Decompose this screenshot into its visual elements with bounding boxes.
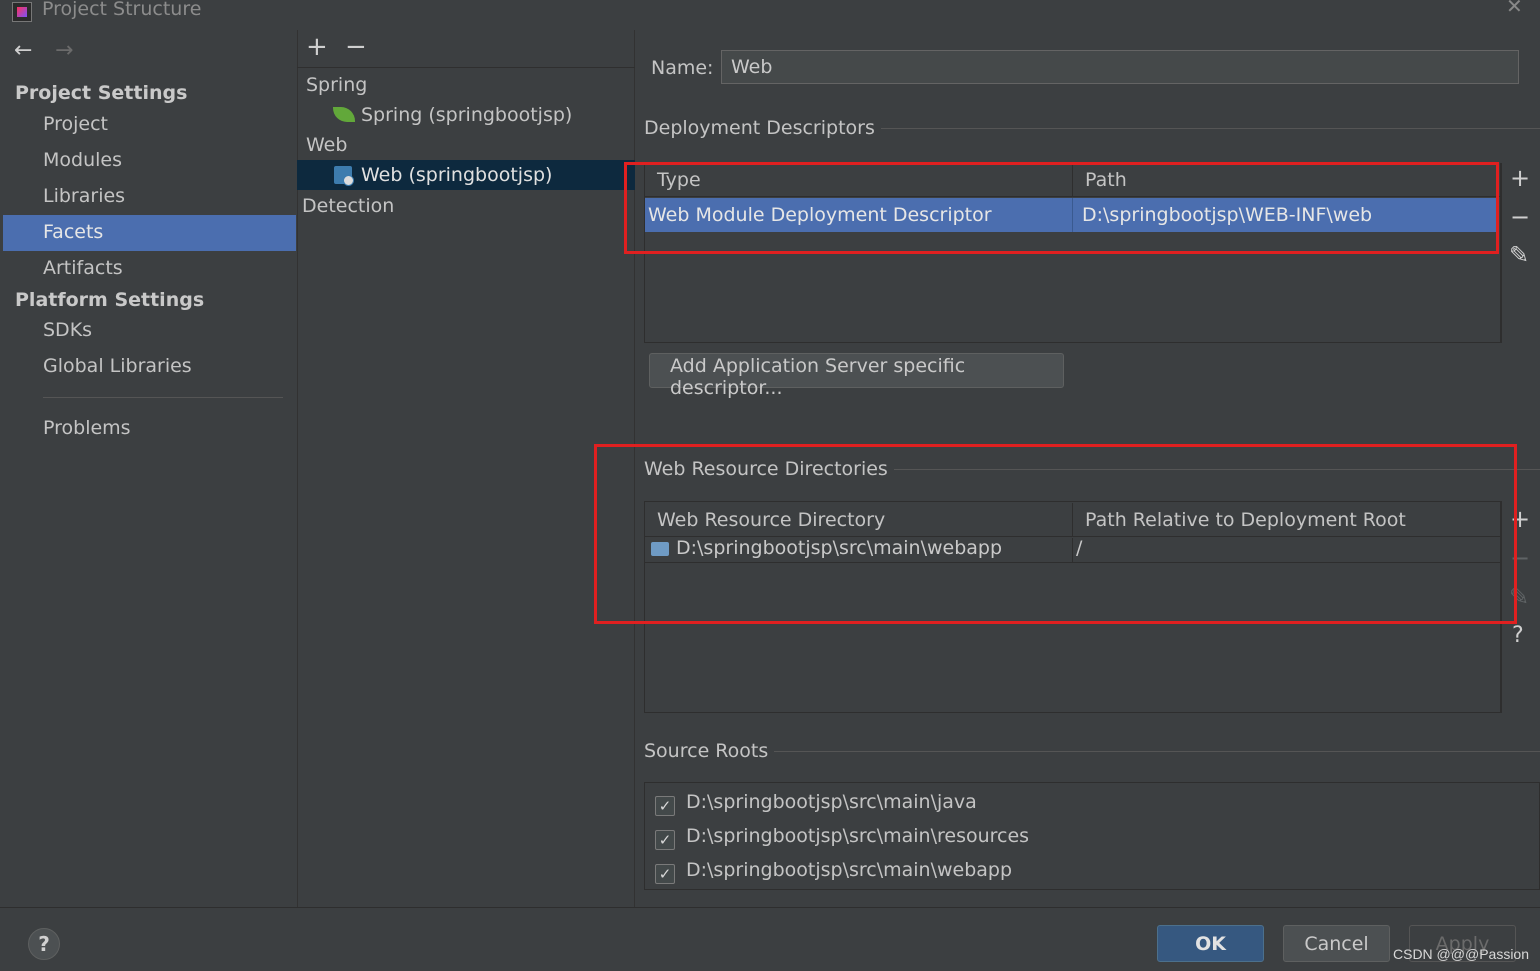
sidebar-item-modules[interactable]: Modules: [43, 149, 122, 171]
tree-group-spring[interactable]: Spring: [306, 74, 367, 96]
source-root-path: D:\springbootjsp\src\main\webapp: [686, 859, 1013, 881]
add-facet-icon[interactable]: +: [306, 32, 328, 62]
bottom-divider: [0, 907, 1540, 908]
tree-item-web[interactable]: Web (springbootjsp): [361, 164, 552, 186]
cancel-button[interactable]: Cancel: [1283, 925, 1390, 962]
name-field[interactable]: [721, 50, 1519, 84]
tree-group-web[interactable]: Web: [306, 134, 347, 156]
add-server-descriptor-button[interactable]: Add Application Server specific descript…: [649, 353, 1064, 399]
section-platform-settings: Platform Settings: [15, 289, 205, 311]
sidebar-divider: [43, 397, 283, 398]
web-facet-icon: [334, 166, 354, 186]
sidebar-item-facets[interactable]: Facets: [43, 221, 103, 243]
checkbox-checked-icon[interactable]: ✓: [655, 830, 675, 850]
source-root-item[interactable]: ✓ D:\springbootjsp\src\main\java: [655, 791, 977, 816]
section-project-settings: Project Settings: [15, 82, 188, 104]
edit-descriptor-icon[interactable]: ✎: [1509, 241, 1529, 269]
add-descriptor-icon[interactable]: +: [1510, 164, 1530, 192]
sidebar-item-artifacts[interactable]: Artifacts: [43, 257, 123, 279]
help-button[interactable]: ?: [28, 928, 60, 960]
source-root-path: D:\springbootjsp\src\main\resources: [686, 825, 1030, 847]
tree-item-spring[interactable]: Spring (springbootjsp): [361, 104, 572, 126]
source-root-item[interactable]: ✓ D:\springbootjsp\src\main\webapp: [655, 859, 1012, 884]
group-separator: [644, 751, 1540, 752]
tree-item-detection[interactable]: Detection: [302, 195, 394, 217]
source-roots-title: Source Roots: [644, 740, 775, 762]
back-arrow-icon[interactable]: ←: [14, 38, 32, 63]
window-title: Project Structure: [42, 0, 202, 20]
highlight-box-web-resources: [594, 444, 1517, 624]
title-bar: [0, 0, 1540, 30]
sidebar-item-libraries[interactable]: Libraries: [43, 185, 125, 207]
highlight-box-deployment: [624, 162, 1499, 254]
checkbox-checked-icon[interactable]: ✓: [655, 864, 675, 884]
sidebar-item-problems[interactable]: Problems: [43, 417, 131, 439]
ok-button[interactable]: OK: [1157, 925, 1264, 962]
sidebar-item-sdks[interactable]: SDKs: [43, 319, 92, 341]
checkbox-checked-icon[interactable]: ✓: [655, 796, 675, 816]
tree-toolbar-divider: [297, 67, 635, 68]
name-label: Name:: [651, 57, 714, 79]
deployment-descriptors-title: Deployment Descriptors: [644, 117, 881, 139]
source-root-path: D:\springbootjsp\src\main\java: [686, 791, 977, 813]
help-icon[interactable]: ?: [1512, 623, 1524, 648]
app-logo-icon: [12, 2, 32, 22]
forward-arrow-icon[interactable]: →: [55, 38, 73, 63]
close-icon[interactable]: ✕: [1506, 0, 1523, 18]
sidebar-item-global-libraries[interactable]: Global Libraries: [43, 355, 192, 377]
remove-facet-icon[interactable]: −: [345, 32, 367, 62]
remove-descriptor-icon[interactable]: −: [1510, 203, 1530, 231]
sidebar-item-project[interactable]: Project: [43, 113, 108, 135]
source-root-item[interactable]: ✓ D:\springbootjsp\src\main\resources: [655, 825, 1029, 850]
watermark: CSDN @@@Passion: [1393, 946, 1530, 962]
